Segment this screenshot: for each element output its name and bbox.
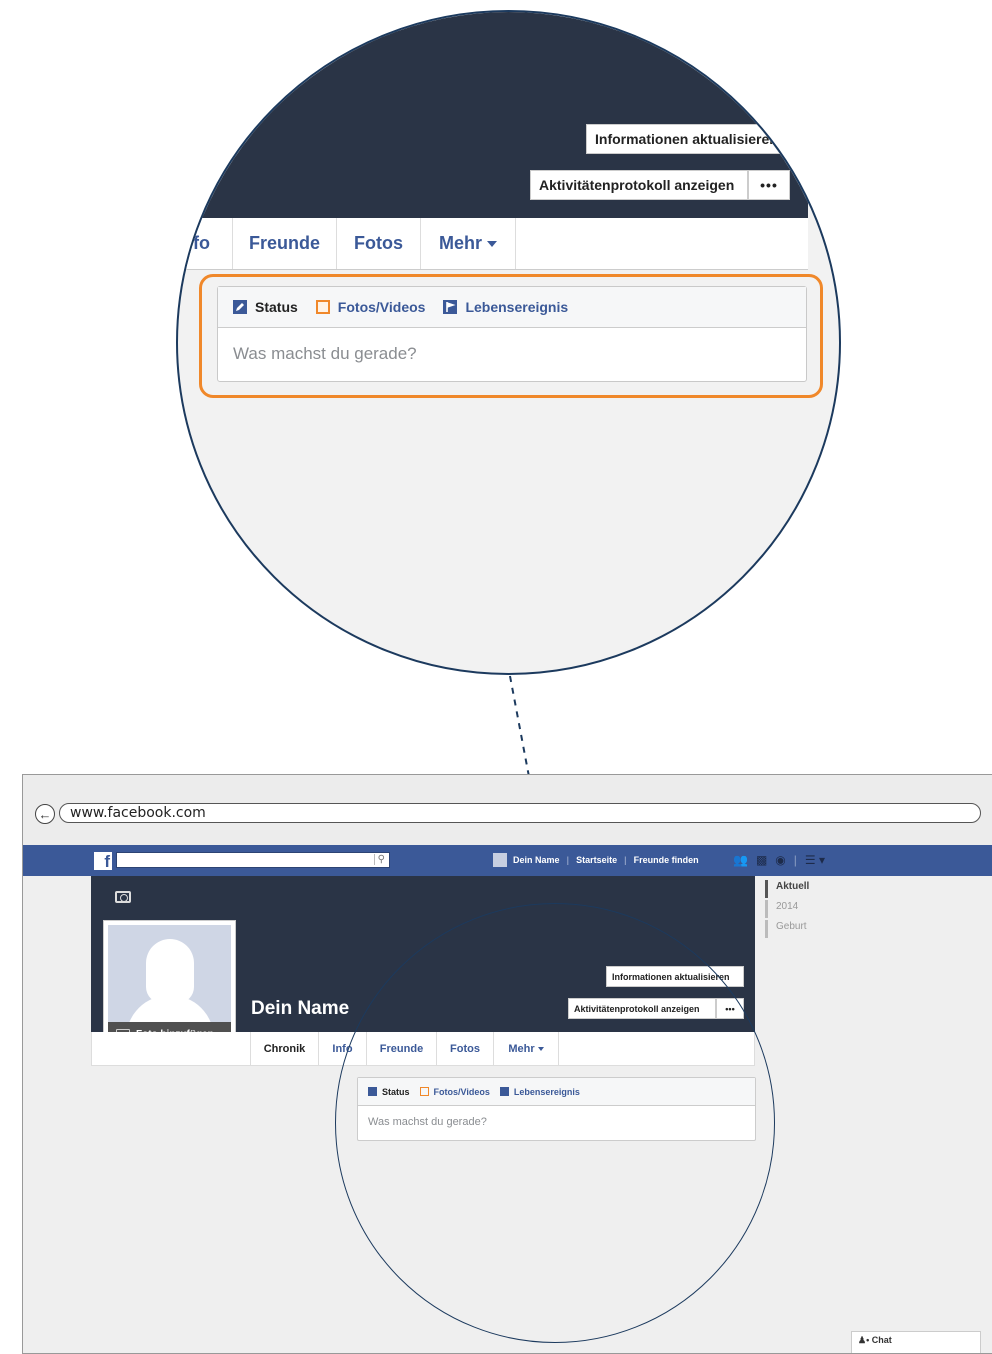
tab-photos[interactable]: Fotos xyxy=(436,1032,493,1065)
url-field[interactable]: www.facebook.com xyxy=(59,803,981,823)
nav-profile-link[interactable]: Dein Name xyxy=(513,855,560,865)
silhouette-head xyxy=(146,939,194,1003)
browser-window: ← www.facebook.com f ⚲ Dein Name | Start… xyxy=(22,774,992,1354)
chat-label: Chat xyxy=(871,1335,892,1345)
tab-chronik[interactable]: Chronik xyxy=(250,1032,318,1065)
pencil-icon xyxy=(368,1087,377,1096)
timeline-nav: Aktuell 2014 Geburt xyxy=(765,880,809,940)
tab-more-label: Mehr xyxy=(508,1042,535,1055)
more-options-button[interactable]: ••• xyxy=(716,998,744,1019)
facebook-logo[interactable]: f xyxy=(94,852,112,871)
nav-divider: | xyxy=(624,855,627,865)
camera-icon[interactable] xyxy=(115,891,131,903)
composer-status[interactable]: Status xyxy=(368,1087,410,1097)
photo-icon xyxy=(419,1087,429,1096)
search-input[interactable]: ⚲ xyxy=(116,852,390,868)
timeline-item-2014[interactable]: 2014 xyxy=(765,900,809,918)
profile-tabs: Chronik Info Freunde Fotos Mehr xyxy=(91,1032,755,1066)
nav-find-friends-link[interactable]: Freunde finden xyxy=(634,855,699,865)
chevron-down-icon xyxy=(537,1046,544,1051)
flag-icon xyxy=(499,1087,509,1096)
notification-icons: 👥 ▩ ◉ | ☰ ▾ xyxy=(733,853,833,867)
composer-tabs: Status Fotos/Videos Lebensereignis xyxy=(358,1078,755,1106)
chat-bar[interactable]: ♟• Chat xyxy=(851,1331,981,1353)
settings-icon[interactable]: ☰ ▾ xyxy=(805,853,825,867)
status-composer: Status Fotos/Videos Lebensereignis Was m… xyxy=(357,1077,756,1141)
facebook-topbar: f ⚲ Dein Name | Startseite | Freunde fin… xyxy=(23,845,992,876)
notifications-icon[interactable]: ◉ xyxy=(775,853,785,867)
top-nav: Dein Name | Startseite | Freunde finden xyxy=(493,853,699,867)
messages-icon[interactable]: ▩ xyxy=(756,853,767,867)
tab-more[interactable]: Mehr xyxy=(493,1032,559,1065)
timeline-item-current[interactable]: Aktuell xyxy=(765,880,809,898)
back-arrow-icon[interactable]: ← xyxy=(35,804,55,824)
search-icon[interactable]: ⚲ xyxy=(373,854,385,865)
tab-friends[interactable]: Freunde xyxy=(366,1032,436,1065)
life-event-label: Lebensereignis xyxy=(513,1086,580,1097)
composer-life-event[interactable]: Lebensereignis xyxy=(499,1086,580,1097)
timeline-item-birth[interactable]: Geburt xyxy=(765,920,809,938)
chat-icon: ♟• xyxy=(858,1335,872,1345)
activity-log-button[interactable]: Aktivitätenprotokoll anzeigen xyxy=(568,998,716,1019)
nav-home-link[interactable]: Startseite xyxy=(576,855,617,865)
status-input[interactable]: Was machst du gerade? xyxy=(358,1106,755,1138)
profile-name: Dein Name xyxy=(251,998,350,1019)
composer-photos[interactable]: Fotos/Videos xyxy=(419,1086,490,1097)
nav-divider: | xyxy=(793,853,797,867)
nav-divider: | xyxy=(566,855,570,865)
browser-toolbar: ← www.facebook.com xyxy=(23,775,992,845)
friends-icon[interactable]: 👥 xyxy=(733,853,748,867)
update-info-button[interactable]: Informationen aktualisieren xyxy=(606,966,744,987)
photos-label: Fotos/Videos xyxy=(433,1086,490,1097)
avatar[interactable] xyxy=(493,853,507,867)
status-label: Status xyxy=(382,1086,410,1097)
tab-info[interactable]: Info xyxy=(318,1032,366,1065)
